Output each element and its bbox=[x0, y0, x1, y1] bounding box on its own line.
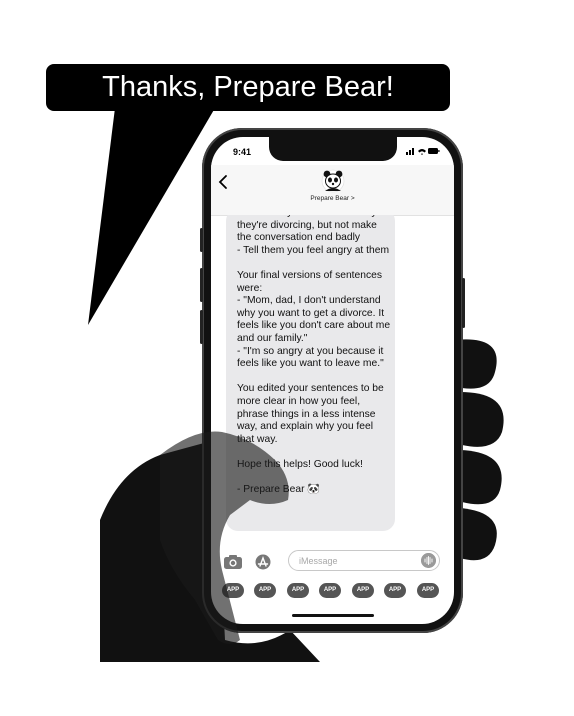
volume-down-button bbox=[200, 310, 203, 344]
phone-frame: 9:41 Prepare Bear > they're divorcing, b… bbox=[200, 128, 465, 633]
status-icons bbox=[406, 148, 440, 155]
phone-screen: 9:41 Prepare Bear > they're divorcing, b… bbox=[211, 137, 454, 624]
message-text: - Tell them you don't know why they're d… bbox=[237, 215, 391, 496]
app-store-icon[interactable] bbox=[253, 554, 273, 570]
chevron-left-icon[interactable] bbox=[217, 174, 231, 190]
app-button[interactable]: APP bbox=[352, 583, 374, 598]
contact-name[interactable]: Prepare Bear > bbox=[211, 195, 454, 202]
imessage-input-field[interactable] bbox=[288, 550, 440, 571]
side-button bbox=[200, 228, 203, 252]
conversation-header: Prepare Bear > bbox=[211, 165, 454, 216]
message-list[interactable]: - Tell them you don't know why they're d… bbox=[211, 215, 454, 545]
camera-icon[interactable] bbox=[223, 554, 243, 570]
app-drawer: APP APP APP APP APP APP APP bbox=[211, 583, 454, 607]
panda-avatar-icon[interactable] bbox=[321, 169, 345, 193]
speech-bubble-text: Thanks, Prepare Bear! bbox=[102, 71, 394, 103]
app-button[interactable]: APP bbox=[319, 583, 341, 598]
volume-up-button bbox=[200, 268, 203, 302]
app-button[interactable]: APP bbox=[222, 583, 244, 598]
app-button[interactable]: APP bbox=[287, 583, 309, 598]
speech-bubble: Thanks, Prepare Bear! bbox=[46, 64, 450, 111]
phone-notch bbox=[269, 137, 397, 161]
app-button[interactable]: APP bbox=[254, 583, 276, 598]
imessage-input[interactable] bbox=[299, 552, 419, 570]
compose-bar bbox=[211, 549, 454, 575]
app-button[interactable]: APP bbox=[384, 583, 406, 598]
audio-waveform-icon[interactable] bbox=[421, 553, 436, 568]
home-indicator[interactable] bbox=[292, 614, 374, 617]
app-button[interactable]: APP bbox=[417, 583, 439, 598]
status-time: 9:41 bbox=[233, 147, 252, 157]
power-button bbox=[462, 278, 465, 328]
